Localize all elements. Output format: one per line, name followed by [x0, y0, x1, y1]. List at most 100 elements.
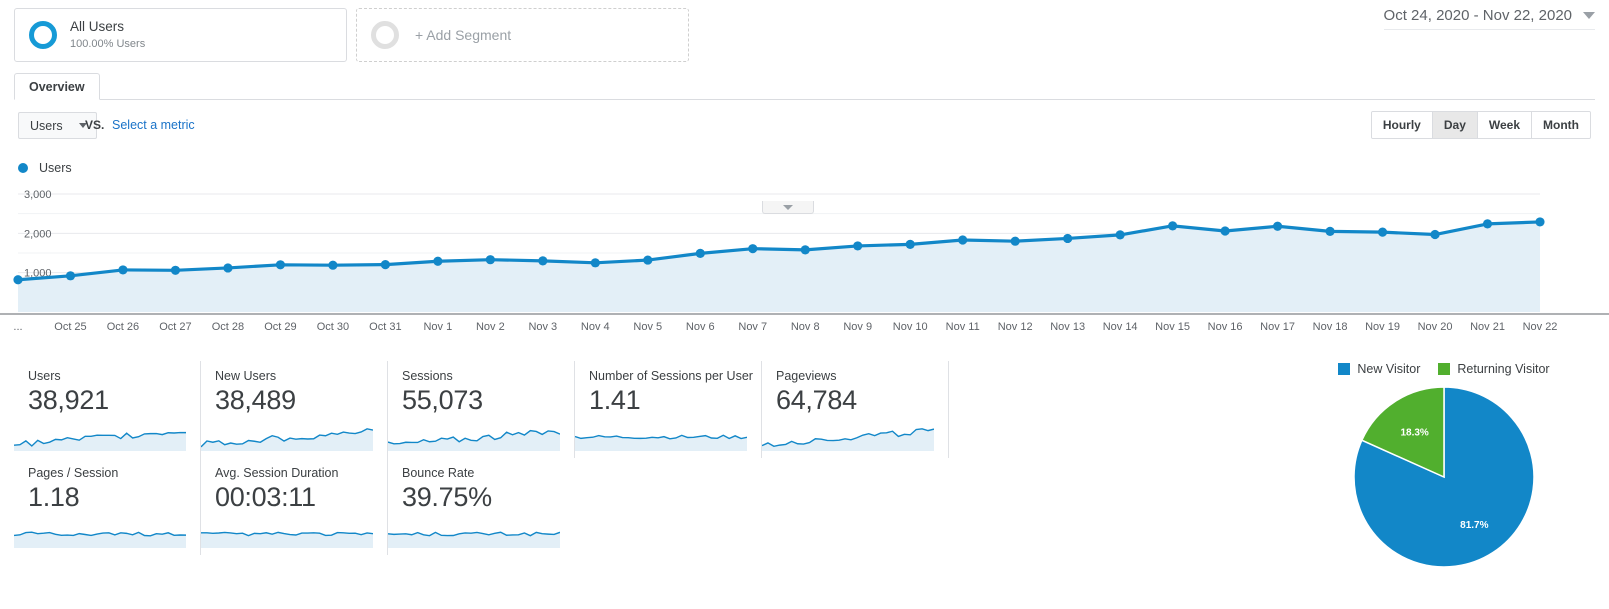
metric-card[interactable]: Bounce Rate 39.75% — [388, 458, 575, 555]
chart-data-point[interactable] — [485, 255, 495, 265]
metric-card[interactable]: New Users 38,489 — [201, 361, 388, 458]
add-segment-label: + Add Segment — [415, 27, 512, 43]
metric-selector-row: Users VS. Select a metric Hourly Day Wee… — [0, 109, 1609, 149]
select-a-metric-link[interactable]: Select a metric — [112, 118, 195, 132]
chart-data-point[interactable] — [223, 263, 233, 273]
granularity-day[interactable]: Day — [1432, 112, 1478, 138]
chart-data-point[interactable] — [800, 245, 810, 255]
y-axis-tick: 3,000 — [24, 189, 52, 201]
chart-data-point[interactable] — [1063, 233, 1073, 244]
chart-data-point[interactable] — [1535, 217, 1545, 227]
chart-data-point[interactable] — [695, 248, 705, 258]
x-axis-tick-leading: ... — [13, 321, 23, 333]
chart-data-point[interactable] — [748, 244, 758, 254]
chart-data-point[interactable] — [853, 241, 863, 251]
chart-collapse-handle[interactable] — [762, 201, 814, 214]
x-axis-tick: Nov 3 — [528, 321, 558, 333]
x-axis-tick: Nov 11 — [945, 321, 980, 333]
granularity-hourly[interactable]: Hourly — [1371, 112, 1433, 138]
metric-card-label: Number of Sessions per User — [589, 369, 753, 383]
granularity-month[interactable]: Month — [1532, 112, 1590, 138]
x-axis-tick: Nov 6 — [685, 321, 715, 333]
x-axis-tick: Nov 20 — [1417, 321, 1453, 333]
x-axis-tick: Nov 12 — [997, 321, 1033, 333]
metric-card-value: 00:03:11 — [215, 482, 316, 512]
chart-legend: Users — [18, 161, 1609, 175]
segment-text: All Users 100.00% Users — [70, 19, 145, 52]
x-axis-tick: Nov 18 — [1312, 321, 1348, 333]
chart-data-point[interactable] — [643, 255, 653, 265]
pie-legend-label-returning-visitor: Returning Visitor — [1457, 362, 1550, 376]
chart-data-point[interactable] — [1115, 230, 1125, 240]
chart-data-point[interactable] — [380, 260, 390, 270]
x-axis-tick: Nov 1 — [423, 321, 453, 333]
pie-legend-item-new-visitor[interactable]: New Visitor — [1338, 362, 1420, 376]
date-range-picker[interactable]: Oct 24, 2020 - Nov 22, 2020 — [1383, 7, 1595, 30]
chart-data-point[interactable] — [538, 256, 548, 266]
metric-card-value: 39.75% — [402, 482, 492, 512]
metric-card[interactable]: Avg. Session Duration 00:03:11 — [201, 458, 388, 555]
chart-data-point[interactable] — [1430, 229, 1440, 240]
chart-data-point[interactable] — [590, 258, 600, 268]
x-axis-tick: Nov 21 — [1470, 321, 1505, 333]
metric-card[interactable]: Sessions 55,073 — [388, 361, 575, 458]
metric-card-label: Bounce Rate — [402, 466, 475, 480]
metric-card[interactable]: Pageviews 64,784 — [762, 361, 949, 458]
chart-data-point[interactable] — [1325, 226, 1335, 236]
chart-data-point[interactable] — [958, 235, 968, 245]
x-axis-tick: Nov 22 — [1522, 321, 1558, 333]
chart-data-point[interactable] — [1220, 226, 1230, 236]
metric-cards: Users 38,921 New Users 38,489 Sessions 55,073… — [0, 361, 1130, 555]
x-axis-tick: Nov 19 — [1365, 321, 1400, 333]
chart-data-point[interactable] — [170, 265, 181, 275]
granularity-week-label: Week — [1488, 118, 1521, 132]
segment-all-users[interactable]: All Users 100.00% Users — [14, 8, 347, 62]
ring-icon — [29, 21, 57, 49]
segment-bar: All Users 100.00% Users + Add Segment Oc… — [0, 0, 1609, 70]
metric-card-label: Pages / Session — [28, 466, 119, 480]
x-axis-tick: Nov 10 — [892, 321, 928, 333]
chart-data-point[interactable] — [118, 265, 128, 275]
chevron-down-icon — [783, 204, 793, 210]
chart-data-point[interactable] — [1010, 236, 1020, 246]
chart-data-point[interactable] — [1168, 221, 1178, 231]
x-axis-tick: Nov 4 — [580, 321, 610, 333]
tab-overview[interactable]: Overview — [14, 73, 100, 100]
chart-data-point[interactable] — [1482, 219, 1493, 229]
add-segment-button[interactable]: + Add Segment — [356, 8, 689, 62]
granularity-month-label: Month — [1543, 118, 1579, 132]
segment-title: All Users — [70, 18, 125, 34]
chart-data-point[interactable] — [13, 275, 23, 285]
metric-card-value: 55,073 — [402, 385, 483, 415]
metric-card[interactable]: Users 38,921 — [14, 361, 201, 458]
new-vs-returning-panel: New Visitor Returning Visitor 81.7% 18.3% — [1279, 352, 1609, 609]
chart-data-point[interactable] — [275, 260, 286, 270]
users-over-time-chart[interactable]: 1,000 2,000 3,000 ... Oct 25 Oct 26 Oct 27 Oct… — [0, 184, 1609, 334]
metric-card-sparkline — [14, 531, 186, 548]
pie-chart[interactable]: 81.7% 18.3% — [1352, 385, 1536, 569]
pie-slice-label: 18.3% — [1400, 428, 1428, 439]
chart-data-point[interactable] — [328, 260, 338, 270]
pie-slice-label: 81.7% — [1460, 520, 1488, 531]
pie-legend: New Visitor Returning Visitor — [1279, 352, 1609, 376]
legend-dot-icon — [18, 163, 28, 173]
pie-legend-item-returning-visitor[interactable]: Returning Visitor — [1438, 362, 1550, 376]
metric-card[interactable]: Number of Sessions per User 1.41 — [575, 361, 762, 458]
metric-card[interactable]: Pages / Session 1.18 — [14, 458, 201, 555]
chart-data-point[interactable] — [1272, 221, 1283, 231]
chart-data-point[interactable] — [1377, 227, 1388, 237]
date-range-label: Oct 24, 2020 - Nov 22, 2020 — [1383, 7, 1572, 24]
x-axis-tick: Oct 26 — [106, 321, 140, 333]
x-axis-tick: Oct 25 — [54, 321, 87, 333]
chevron-down-icon — [1583, 12, 1595, 19]
metric-card-label: New Users — [215, 369, 277, 383]
y-axis-tick: 2,000 — [24, 228, 52, 240]
metric-card-value: 38,489 — [215, 385, 296, 415]
chart-data-point[interactable] — [433, 256, 443, 266]
metric-card-value: 64,784 — [776, 385, 857, 415]
chart-data-point[interactable] — [65, 271, 76, 281]
chart-data-point[interactable] — [905, 239, 915, 249]
granularity-week[interactable]: Week — [1477, 112, 1533, 138]
pie-chart-holder: 81.7% 18.3% — [1279, 385, 1609, 569]
metric-card-sparkline — [762, 428, 934, 451]
